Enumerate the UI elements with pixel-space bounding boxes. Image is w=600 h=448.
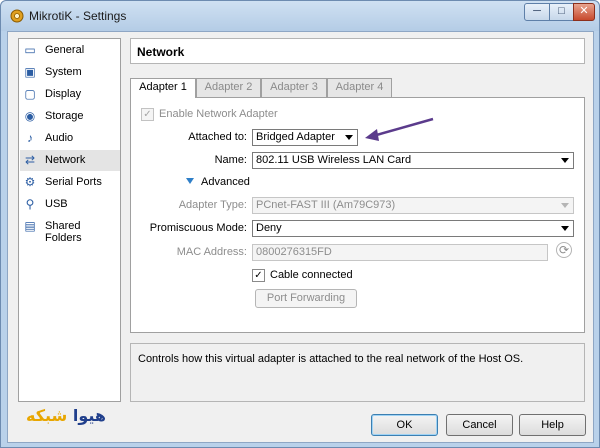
watermark-logo: هیوا شبکه: [26, 406, 106, 425]
folder-icon: ▤: [24, 219, 36, 233]
mac-address-field[interactable]: 0800276315FD: [252, 244, 548, 261]
close-button[interactable]: ✕: [573, 3, 595, 21]
sidebar-item-network[interactable]: ⇄ Network: [20, 150, 120, 171]
attached-to-label: Attached to:: [188, 131, 247, 143]
disk-icon: ◉: [24, 109, 36, 123]
adapter-type-label: Adapter Type:: [178, 199, 247, 211]
chevron-down-icon: [561, 226, 569, 231]
cable-connected-label: Cable connected: [270, 269, 353, 281]
promiscuous-mode-value: Deny: [256, 222, 282, 234]
title-bar[interactable]: MikrotiK - Settings ─ □ ✕: [1, 1, 599, 31]
adapter-type-value: PCnet-FAST III (Am79C973): [256, 199, 396, 211]
mac-address-label: MAC Address:: [176, 246, 247, 258]
adapter-name-select[interactable]: 802.11 USB Wireless LAN Card: [252, 152, 574, 169]
ok-button[interactable]: OK: [371, 414, 438, 436]
sidebar-item-audio[interactable]: ♪ Audio: [20, 128, 120, 149]
settings-sidebar: ▭ General ▣ System ▢ Display ◉ Storage ♪…: [18, 38, 121, 402]
advanced-toggle-icon[interactable]: [185, 176, 195, 186]
sidebar-item-label: General: [45, 44, 85, 56]
refresh-icon[interactable]: ⟳: [556, 242, 572, 258]
attached-to-select[interactable]: Bridged Adapter: [252, 129, 358, 146]
description-text: Controls how this virtual adapter is att…: [138, 353, 524, 365]
adapter-panel: ✓ Enable Network Adapter Attached to: Br…: [130, 97, 585, 333]
maximize-button[interactable]: □: [549, 3, 574, 21]
sidebar-item-storage[interactable]: ◉ Storage: [20, 106, 120, 127]
sidebar-item-shared-folders[interactable]: ▤ Shared Folders: [20, 216, 120, 244]
tab-adapter-1[interactable]: Adapter 1: [130, 78, 196, 98]
sidebar-item-label: USB: [45, 198, 68, 210]
promiscuous-mode-select[interactable]: Deny: [252, 220, 574, 237]
adapter-type-select[interactable]: PCnet-FAST III (Am79C973): [252, 197, 574, 214]
sidebar-item-general[interactable]: ▭ General: [20, 40, 120, 61]
network-icon: ⇄: [24, 153, 36, 167]
adapter-name-value: 802.11 USB Wireless LAN Card: [256, 154, 412, 166]
port-forwarding-button[interactable]: Port Forwarding: [255, 289, 357, 308]
name-label: Name:: [214, 154, 247, 166]
sidebar-item-display[interactable]: ▢ Display: [20, 84, 120, 105]
sidebar-item-label: Display: [45, 88, 82, 100]
serial-port-icon: ⚙: [24, 175, 36, 189]
attached-to-value: Bridged Adapter: [256, 131, 335, 143]
sidebar-item-usb[interactable]: ⚲ USB: [20, 194, 120, 215]
enable-adapter-checkbox[interactable]: ✓: [141, 108, 154, 121]
chevron-down-icon: [561, 203, 569, 208]
tab-adapter-3[interactable]: Adapter 3: [261, 78, 327, 97]
speaker-icon: ♪: [27, 131, 33, 145]
monitor-icon: ▭: [24, 43, 36, 57]
cable-connected-checkbox[interactable]: ✓: [252, 269, 265, 282]
sidebar-item-label: Shared Folders: [45, 220, 82, 244]
sidebar-item-label: Audio: [45, 132, 74, 144]
chip-icon: ▣: [24, 65, 36, 79]
promiscuous-mode-label: Promiscuous Mode:: [149, 222, 247, 234]
sidebar-item-label: Network: [45, 154, 86, 166]
watermark-part-1: هیوا: [72, 406, 106, 425]
settings-window: MikrotiK - Settings ─ □ ✕ ▭ General ▣ Sy…: [0, 0, 600, 448]
enable-adapter-label: Enable Network Adapter: [159, 108, 278, 120]
display-icon: ▢: [24, 87, 36, 101]
advanced-toggle-label[interactable]: Advanced: [201, 176, 250, 188]
sidebar-item-system[interactable]: ▣ System: [20, 62, 120, 83]
cancel-button[interactable]: Cancel: [446, 414, 513, 436]
dialog-body: ▭ General ▣ System ▢ Display ◉ Storage ♪…: [7, 31, 594, 443]
minimize-button[interactable]: ─: [524, 3, 550, 21]
sidebar-item-label: Serial Ports: [45, 176, 102, 188]
usb-icon: ⚲: [25, 197, 35, 211]
chevron-down-icon: [561, 158, 569, 163]
tab-adapter-2[interactable]: Adapter 2: [196, 78, 261, 97]
sidebar-item-label: System: [45, 66, 82, 78]
tab-adapter-4[interactable]: Adapter 4: [327, 78, 392, 97]
sidebar-item-serial-ports[interactable]: ⚙ Serial Ports: [20, 172, 120, 193]
window-title: MikrotiK - Settings: [29, 9, 127, 23]
gear-icon: [10, 9, 24, 23]
chevron-down-icon: [345, 135, 353, 140]
annotation-arrow: [365, 117, 434, 141]
watermark-part-2: شبکه: [26, 406, 68, 425]
page-header: Network: [130, 38, 585, 64]
page-title: Network: [137, 45, 185, 59]
sidebar-item-label: Storage: [45, 110, 84, 122]
help-button[interactable]: Help: [519, 414, 586, 436]
description-box: Controls how this virtual adapter is att…: [130, 343, 585, 402]
